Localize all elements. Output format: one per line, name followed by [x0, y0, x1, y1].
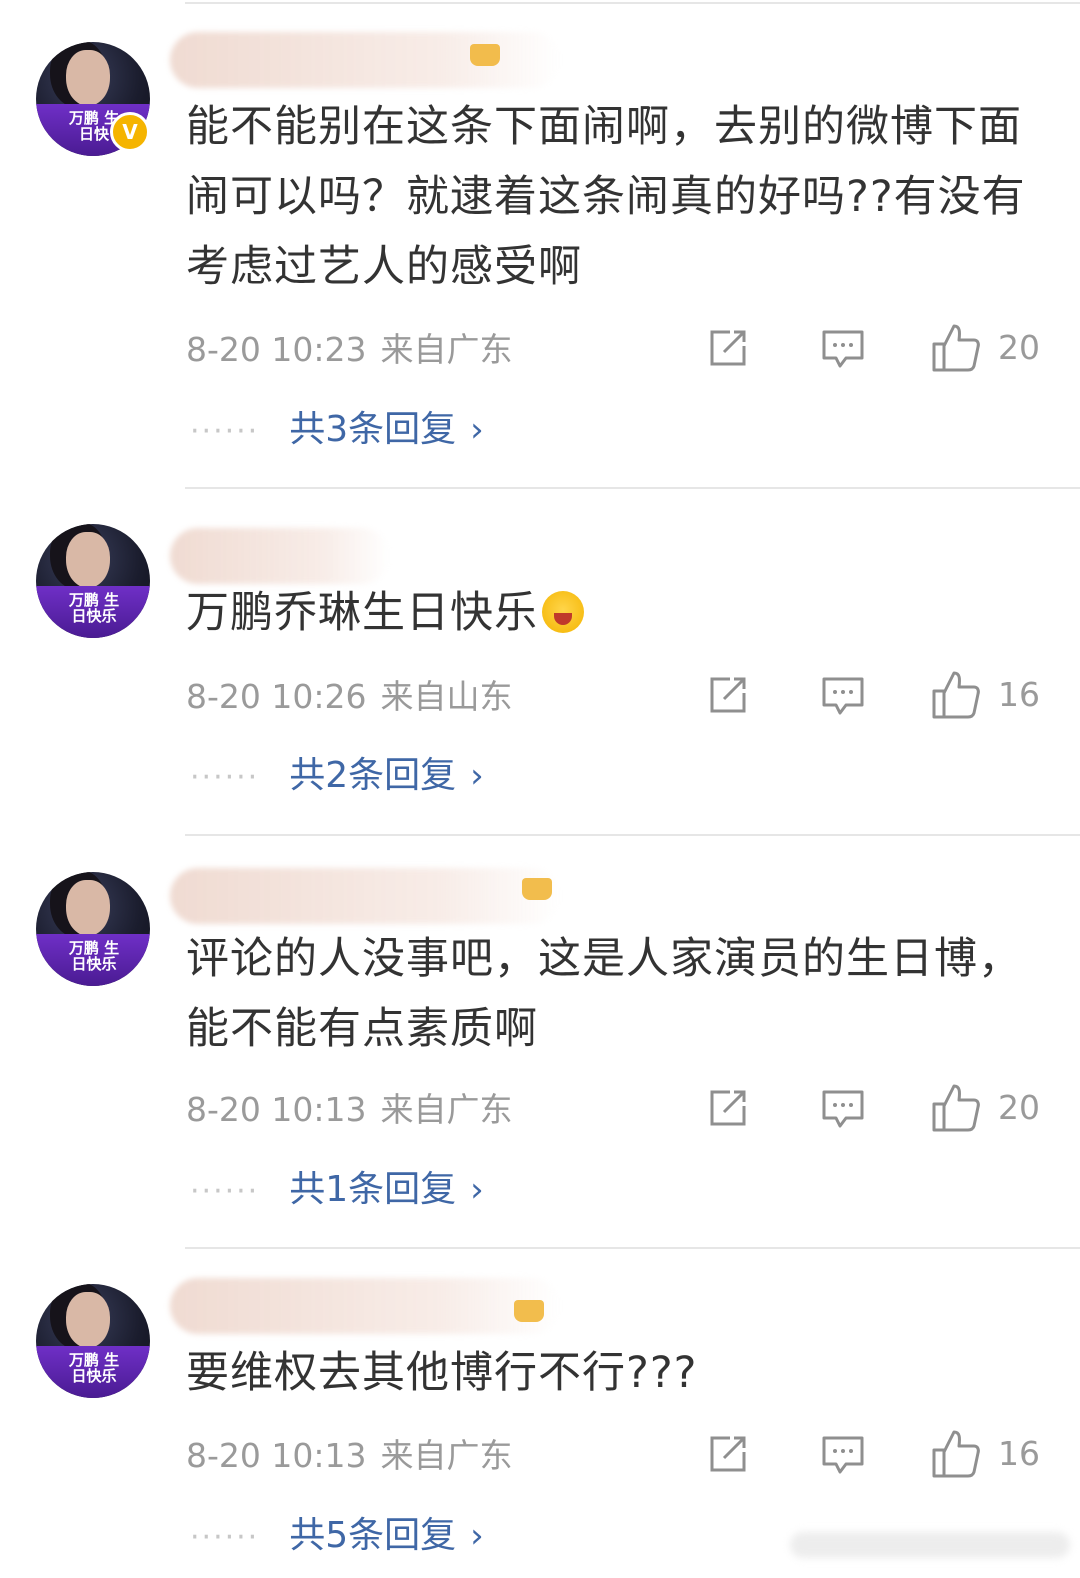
comment-time: 8-20 10:26 — [186, 677, 367, 716]
avatar-text: 万鹏 生日快乐 — [68, 939, 120, 973]
username-redacted[interactable] — [170, 868, 560, 924]
replies-label: 共2条回复 — [289, 755, 457, 796]
comment-text: 能不能别在这条下面闹啊，去别的微博下面闹可以吗？就逮着这条闹真的好吗??有没有考… — [186, 102, 1026, 292]
avatar[interactable]: 万鹏 生日快乐 — [36, 524, 150, 638]
comment-icon[interactable] — [820, 1432, 866, 1478]
comment-text: 评论的人没事吧，这是人家演员的生日博，能不能有点素质啊 — [186, 934, 1022, 1054]
comment-meta: 8-20 10:23 来自广东 — [186, 330, 513, 370]
divider — [185, 487, 1080, 489]
thumbs-up-icon[interactable] — [930, 322, 982, 374]
comment-time: 8-20 10:13 — [186, 1090, 367, 1129]
share-icon[interactable] — [706, 326, 750, 370]
like-count: 20 — [998, 328, 1040, 367]
comment-location: 来自广东 — [380, 1090, 513, 1129]
like-count: 16 — [998, 1434, 1040, 1473]
comment-location: 来自广东 — [380, 330, 513, 369]
avatar[interactable]: 万鹏 生日快乐 — [36, 872, 150, 986]
verified-badge-icon: V — [110, 112, 150, 152]
comment-time: 8-20 10:23 — [186, 330, 367, 369]
chevron-right-icon: › — [470, 1516, 484, 1556]
comment-text: 万鹏乔琳生日快乐 — [186, 578, 1046, 648]
divider — [185, 1247, 1080, 1249]
share-icon[interactable] — [706, 1086, 750, 1130]
chevron-right-icon: › — [470, 1170, 484, 1210]
comment-icon[interactable] — [820, 326, 866, 372]
comment-meta: 8-20 10:26 来自山东 — [186, 677, 513, 717]
comment-time: 8-20 10:13 — [186, 1436, 367, 1475]
view-replies-link[interactable]: ······ 共5条回复 › — [190, 1514, 484, 1560]
dots: ······ — [190, 1520, 260, 1555]
comment-meta: 8-20 10:13 来自广东 — [186, 1436, 513, 1476]
comment-location: 来自广东 — [380, 1436, 513, 1475]
replies-label: 共3条回复 — [289, 409, 457, 450]
divider — [185, 2, 1080, 4]
comment-location: 来自山东 — [380, 677, 513, 716]
comment-icon[interactable] — [820, 673, 866, 719]
avatar-text: 万鹏 生日快乐 — [68, 1351, 120, 1385]
username-redacted[interactable] — [170, 32, 560, 88]
like-count: 16 — [998, 675, 1040, 714]
comment-text-content: 万鹏乔琳生日快乐 — [186, 588, 538, 638]
dots: ······ — [190, 414, 260, 449]
crown-icon — [470, 44, 500, 66]
view-replies-link[interactable]: ······ 共2条回复 › — [190, 754, 484, 800]
thumbs-up-icon[interactable] — [930, 669, 982, 721]
chevron-right-icon: › — [470, 756, 484, 796]
like-count: 20 — [998, 1088, 1040, 1127]
divider — [185, 834, 1080, 836]
view-replies-link[interactable]: ······ 共1条回复 › — [190, 1168, 484, 1214]
replies-label: 共5条回复 — [289, 1515, 457, 1556]
comment-actions: 20 — [700, 1082, 1045, 1134]
comment-icon[interactable] — [820, 1086, 866, 1132]
laugh-cry-emoji-icon — [542, 591, 584, 633]
view-replies-link[interactable]: ······ 共3条回复 › — [190, 408, 484, 454]
username-redacted[interactable] — [170, 528, 390, 584]
share-icon[interactable] — [706, 673, 750, 717]
comment-text: 要维权去其他博行不行??? — [186, 1348, 698, 1398]
watermark-redacted — [790, 1532, 1070, 1558]
avatar[interactable]: 万鹏 生日快乐 — [36, 1284, 150, 1398]
username-redacted[interactable] — [170, 1278, 560, 1334]
avatar-text: 万鹏 生日快乐 — [68, 591, 120, 625]
chevron-right-icon: › — [470, 410, 484, 450]
dots: ······ — [190, 1174, 260, 1209]
comment-meta: 8-20 10:13 来自广东 — [186, 1090, 513, 1130]
comment-actions: 16 — [700, 669, 1045, 721]
thumbs-up-icon[interactable] — [930, 1428, 982, 1480]
thumbs-up-icon[interactable] — [930, 1082, 982, 1134]
replies-label: 共1条回复 — [289, 1169, 457, 1210]
comment-actions: 20 — [700, 322, 1045, 374]
crown-icon — [522, 878, 552, 900]
dots: ······ — [190, 760, 260, 795]
comment-actions: 16 — [700, 1428, 1045, 1480]
share-icon[interactable] — [706, 1432, 750, 1476]
crown-icon — [514, 1300, 544, 1322]
